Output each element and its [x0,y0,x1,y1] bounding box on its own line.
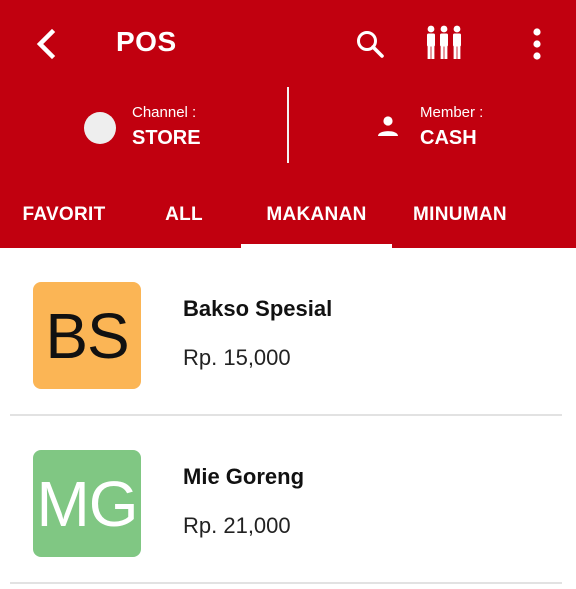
tab-makanan[interactable]: MAKANAN [241,188,392,248]
tab-favorit[interactable]: FAVORIT [0,188,128,248]
product-thumbnail: BS [33,282,141,389]
header-divider [287,87,289,163]
member-value: CASH [420,127,477,149]
person-icon [378,116,398,136]
product-price: Rp. 21,000 [183,513,291,538]
list-divider [10,582,562,584]
page-title: POS [116,26,177,57]
product-item[interactable]: MG Mie Goreng Rp. 21,000 [0,416,576,584]
product-item[interactable]: BS Bakso Spesial Rp. 15,000 [0,248,576,416]
product-thumbnail: MG [33,450,141,557]
product-list: BS Bakso Spesial Rp. 15,000 MG Mie Goren… [0,248,576,584]
channel-value: STORE [132,127,201,149]
app-header: POS Channel: STORE Member: CASH FAVORI… [0,0,576,248]
back-button[interactable] [28,24,64,64]
search-button[interactable] [352,26,388,62]
product-price: Rp. 15,000 [183,345,291,370]
search-icon [357,31,384,58]
channel-label: Channel : [132,104,197,121]
more-vertical-icon [533,28,541,60]
chevron-left-icon [36,28,56,60]
member-selector[interactable]: Member : CASH [372,100,572,160]
tab-minuman[interactable]: MINUMAN [392,188,528,248]
channel-icon [84,112,116,144]
member-label: Member : [420,104,484,121]
tab-all[interactable]: ALL [128,188,240,248]
channel-selector[interactable]: Channel : STORE [80,100,280,160]
more-options-button[interactable] [522,24,552,64]
members-button[interactable] [422,22,466,64]
category-tabs: FAVORIT ALL MAKANAN MINUMAN [0,188,576,248]
product-name: Bakso Spesial [183,296,333,321]
people-group-icon [427,25,461,59]
product-name: Mie Goreng [183,464,305,489]
